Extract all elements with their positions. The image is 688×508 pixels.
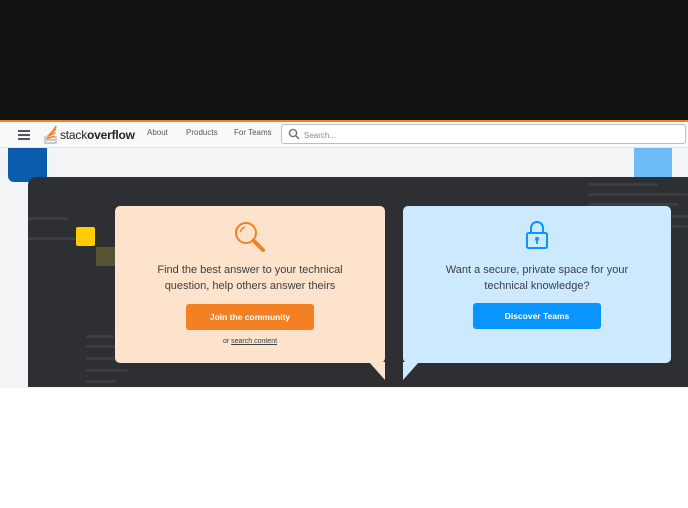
decor-block-right	[634, 148, 672, 177]
discover-teams-button[interactable]: Discover Teams	[473, 303, 601, 329]
join-community-button[interactable]: Join the community	[186, 304, 314, 330]
hamburger-menu-icon[interactable]	[18, 130, 30, 140]
teams-tagline-line1: Want a secure, private space for your	[445, 264, 629, 276]
community-tagline-line2: question, help others answer theirs	[164, 280, 336, 292]
decor-line	[588, 193, 688, 196]
nav-about[interactable]: About	[147, 128, 168, 137]
or-search-line: or search content	[115, 338, 385, 345]
decor-line	[588, 183, 658, 186]
teams-card: Want a secure, private space for your te…	[403, 206, 671, 363]
decor-line	[28, 217, 68, 220]
search-input[interactable]	[302, 126, 676, 144]
decor-line	[28, 237, 83, 240]
decor-square-yellow	[76, 227, 95, 246]
top-bar: stack overflow About Products For Teams	[0, 120, 688, 148]
logo-text-bold: overflow	[87, 128, 135, 142]
community-card-tail	[369, 362, 385, 380]
teams-card-tail	[403, 362, 419, 380]
stack-logo-icon	[44, 126, 57, 144]
search-box[interactable]	[281, 124, 686, 144]
community-tagline: Find the best answer to your technical q…	[115, 262, 385, 294]
decor-line	[86, 380, 116, 383]
nav-products[interactable]: Products	[186, 128, 218, 137]
logo-text-light: stack	[60, 128, 88, 142]
decor-square-olive	[96, 247, 115, 266]
nav-for-teams[interactable]: For Teams	[234, 128, 272, 137]
magnifier-icon	[235, 222, 265, 252]
community-tagline-line1: Find the best answer to your technical	[157, 264, 343, 276]
letterbox-top	[0, 0, 688, 120]
stackoverflow-logo[interactable]: stack overflow	[44, 125, 135, 145]
search-content-link[interactable]: search content	[231, 338, 277, 345]
decor-line	[86, 335, 114, 338]
community-card: Find the best answer to your technical q…	[115, 206, 385, 363]
teams-tagline: Want a secure, private space for your te…	[403, 262, 671, 294]
lock-icon	[526, 221, 548, 249]
teams-tagline-line2: technical knowledge?	[484, 280, 590, 292]
or-label: or	[222, 338, 230, 345]
search-icon	[288, 128, 300, 140]
decor-line	[86, 369, 128, 372]
